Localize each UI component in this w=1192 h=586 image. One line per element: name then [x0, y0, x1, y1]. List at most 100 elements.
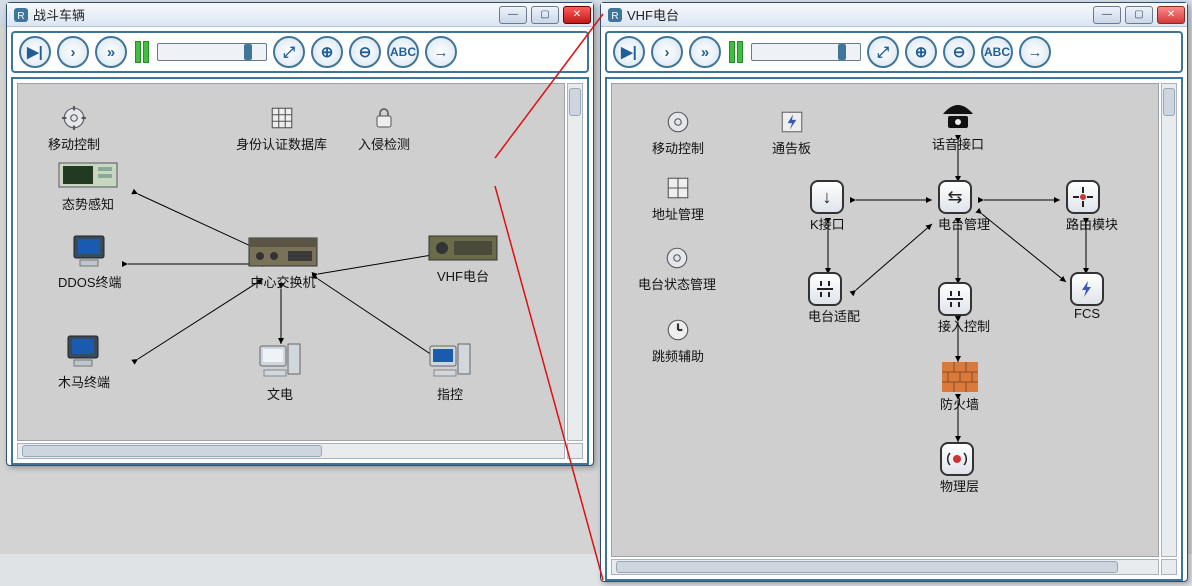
- window-buttons: — ▢ ✕: [497, 4, 593, 26]
- node-label: 接入控制: [938, 316, 990, 335]
- scroll-corner: [567, 443, 583, 459]
- diagram-canvas-left[interactable]: 移动控制 身份认证数据库 入侵检测 态势感知 DDOS终端 木马终端: [17, 83, 565, 441]
- labels-button[interactable]: ABC: [387, 36, 419, 68]
- svg-text:R: R: [17, 11, 24, 22]
- node-addr-mgr[interactable]: 地址管理: [652, 174, 704, 223]
- signal-indicator: [135, 41, 149, 63]
- node-firewall[interactable]: 防火墙: [940, 362, 979, 413]
- node-hop-assist[interactable]: 跳频辅助: [652, 316, 704, 365]
- node-label: DDOS终端: [58, 272, 122, 291]
- gear-icon: [664, 108, 692, 136]
- crosshair-icon: [1066, 180, 1100, 214]
- node-fcs[interactable]: FCS: [1070, 272, 1104, 321]
- gear-icon: [663, 244, 691, 272]
- signal-indicator: [729, 41, 743, 63]
- node-label: 电台适配: [808, 306, 860, 325]
- node-mobile-control[interactable]: 移动控制: [652, 108, 704, 157]
- zoom-in-button[interactable]: ⊕: [905, 36, 937, 68]
- node-k-interface[interactable]: ↓K接口: [810, 180, 845, 233]
- node-ids[interactable]: 入侵检测: [358, 104, 410, 153]
- step-play-button[interactable]: ▶|: [613, 36, 645, 68]
- node-label: 入侵检测: [358, 134, 410, 153]
- node-vhf-radio[interactable]: VHF电台: [428, 232, 498, 285]
- node-route-module[interactable]: 路由模块: [1066, 180, 1118, 233]
- node-physical-layer[interactable]: 物理层: [940, 442, 979, 495]
- bolt-icon: [1070, 272, 1104, 306]
- scroll-corner: [1161, 559, 1177, 575]
- toolbar-right: ▶| › » ⤢ ⊕ ⊖ ABC →: [605, 31, 1183, 73]
- node-label: 指控: [428, 384, 472, 403]
- node-auth-db[interactable]: 身份认证数据库: [236, 104, 327, 153]
- zoom-in-button[interactable]: ⊕: [311, 36, 343, 68]
- fast-forward-button[interactable]: »: [95, 36, 127, 68]
- node-label: 中心交换机: [248, 272, 318, 291]
- expand-button[interactable]: ⤢: [867, 36, 899, 68]
- close-button[interactable]: ✕: [1157, 6, 1185, 24]
- pc-icon: [258, 342, 302, 382]
- speed-slider[interactable]: [751, 43, 861, 61]
- toolbar-left: ▶| › » ⤢ ⊕ ⊖ ABC →: [11, 31, 589, 73]
- vertical-scrollbar[interactable]: [1161, 83, 1177, 557]
- node-radio-adapter[interactable]: 电台适配: [808, 272, 860, 325]
- horizontal-scrollbar[interactable]: [17, 443, 565, 459]
- switch-rack-icon: [248, 234, 318, 270]
- pc-icon: [428, 342, 472, 382]
- node-central-switch[interactable]: 中心交换机: [248, 234, 318, 291]
- computer-icon: [70, 234, 110, 270]
- io-icon: [938, 282, 972, 316]
- diagram-canvas-right[interactable]: 移动控制 通告板 话音接口 地址管理 ↓K接口 ⇆电台管理 路由模块 电台状态管…: [611, 83, 1159, 557]
- step-play-button[interactable]: ▶|: [19, 36, 51, 68]
- node-label: 移动控制: [652, 138, 704, 157]
- maximize-button[interactable]: ▢: [531, 6, 559, 24]
- node-access-control[interactable]: 接入控制: [938, 282, 990, 335]
- node-radio-manager[interactable]: ⇆电台管理: [938, 180, 990, 233]
- node-label: 移动控制: [48, 134, 100, 153]
- node-notice-board[interactable]: 通告板: [772, 108, 811, 157]
- shuffle-icon: ⇆: [938, 180, 972, 214]
- node-label: 木马终端: [58, 372, 110, 391]
- svg-text:R: R: [611, 11, 618, 22]
- phone-icon: [938, 102, 978, 132]
- fast-forward-button[interactable]: »: [689, 36, 721, 68]
- node-label: 跳频辅助: [652, 346, 704, 365]
- node-label: 态势感知: [58, 194, 118, 213]
- minimize-button[interactable]: —: [1093, 6, 1121, 24]
- play-button[interactable]: ›: [651, 36, 683, 68]
- node-mobile-control[interactable]: 移动控制: [48, 104, 100, 153]
- zoom-out-button[interactable]: ⊖: [943, 36, 975, 68]
- node-label: 防火墙: [940, 394, 979, 413]
- maximize-button[interactable]: ▢: [1125, 6, 1153, 24]
- horizontal-scrollbar[interactable]: [611, 559, 1159, 575]
- node-situation[interactable]: 态势感知: [58, 162, 118, 213]
- node-ddos[interactable]: DDOS终端: [58, 234, 122, 291]
- node-label: K接口: [810, 214, 845, 233]
- broadcast-icon: [940, 442, 974, 476]
- titlebar-left[interactable]: R 战斗车辆 — ▢ ✕: [7, 3, 593, 27]
- down-arrow-icon: ↓: [810, 180, 844, 214]
- node-voice-interface[interactable]: 话音接口: [932, 102, 984, 153]
- node-label: VHF电台: [428, 266, 498, 285]
- node-zhikong[interactable]: 指控: [428, 342, 472, 403]
- node-trojan[interactable]: 木马终端: [58, 334, 110, 391]
- minimize-button[interactable]: —: [499, 6, 527, 24]
- expand-button[interactable]: ⤢: [273, 36, 305, 68]
- next-button[interactable]: →: [1019, 36, 1051, 68]
- vertical-scrollbar[interactable]: [567, 83, 583, 441]
- node-label: 通告板: [772, 138, 811, 157]
- close-button[interactable]: ✕: [563, 6, 591, 24]
- node-label: 路由模块: [1066, 214, 1118, 233]
- app-icon: R: [13, 7, 29, 23]
- labels-button[interactable]: ABC: [981, 36, 1013, 68]
- node-wendian[interactable]: 文电: [258, 342, 302, 403]
- grid-icon: [664, 174, 692, 202]
- node-label: 物理层: [940, 476, 979, 495]
- node-label: 身份认证数据库: [236, 134, 327, 153]
- next-button[interactable]: →: [425, 36, 457, 68]
- play-button[interactable]: ›: [57, 36, 89, 68]
- titlebar-right[interactable]: R VHF电台 — ▢ ✕: [601, 3, 1187, 27]
- speed-slider[interactable]: [157, 43, 267, 61]
- node-label: 话音接口: [932, 134, 984, 153]
- zoom-out-button[interactable]: ⊖: [349, 36, 381, 68]
- node-radio-state-mgr[interactable]: 电台状态管理: [638, 244, 716, 293]
- window-title: 战斗车辆: [33, 5, 85, 24]
